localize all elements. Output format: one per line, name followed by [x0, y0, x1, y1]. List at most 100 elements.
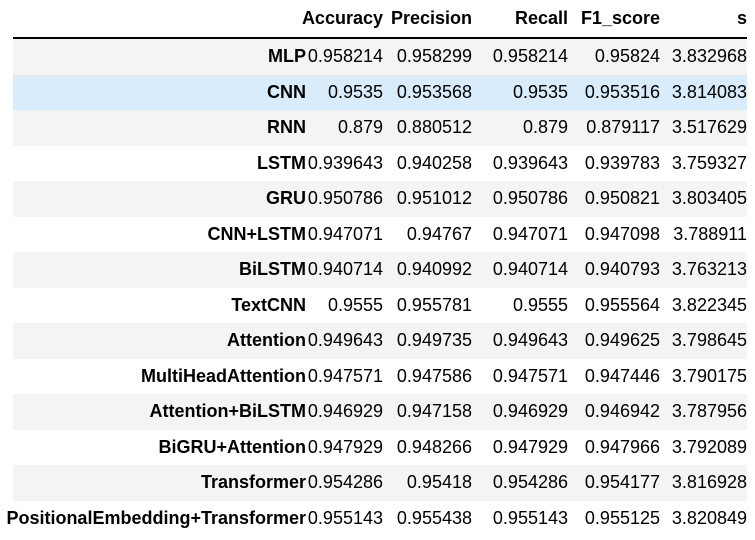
metric-cell-accuracy: 0.9535 [327, 81, 383, 102]
metric-cell-s: 3.814083 [671, 81, 747, 102]
metric-cell-accuracy: 0.940714 [307, 259, 383, 279]
metric-cell-accuracy: 0.947071 [307, 223, 383, 244]
table-row-highlighted: CNN 0.9535 0.953568 0.9535 0.953516 3.81… [13, 74, 747, 110]
metric-cell-f1-score: 0.949625 [584, 330, 660, 350]
table-row: RNN 0.879 0.880512 0.879 0.879117 3.5176… [13, 110, 747, 146]
metric-cell-precision: 0.880512 [396, 117, 472, 137]
metric-cell-recall: 0.958214 [492, 46, 568, 66]
metric-cell-s: 3.788911 [673, 223, 747, 244]
metric-cell-accuracy: 0.879 [337, 117, 383, 137]
metric-cell-precision: 0.947158 [396, 401, 472, 421]
metric-cell-recall: 0.947929 [492, 436, 568, 457]
metric-cell-recall: 0.949643 [492, 330, 568, 350]
column-header-recall: Recall [472, 0, 568, 39]
table-row: LSTM 0.939643 0.940258 0.939643 0.939783… [13, 146, 747, 182]
metric-cell-precision: 0.948266 [396, 436, 472, 457]
metric-cell-f1-score: 0.940793 [584, 259, 660, 279]
table-row: MultiHeadAttention 0.947571 0.947586 0.9… [13, 359, 747, 395]
row-label: CNN [267, 81, 306, 102]
metric-cell-recall: 0.955143 [492, 507, 568, 528]
table-row: TextCNN 0.9555 0.955781 0.9555 0.955564 … [13, 288, 747, 324]
metric-cell-s: 3.763213 [671, 259, 747, 279]
table-row: BiGRU+Attention 0.947929 0.948266 0.9479… [13, 430, 748, 466]
row-label: LSTM [257, 152, 306, 173]
metric-cell-s: 3.787956 [671, 401, 747, 421]
metric-cell-recall: 0.9555 [512, 294, 568, 315]
metric-cell-s: 3.790175 [671, 365, 747, 386]
metric-cell-f1-score: 0.950821 [584, 188, 660, 208]
metric-cell-accuracy: 0.947929 [307, 436, 383, 457]
metric-cell-f1-score: 0.947098 [584, 223, 660, 244]
table-row: Attention 0.949643 0.949735 0.949643 0.9… [13, 323, 747, 359]
column-header-s: s [660, 0, 747, 39]
metric-cell-accuracy: 0.946929 [307, 401, 383, 421]
metric-cell-recall: 0.9535 [512, 81, 568, 102]
metric-cell-s: 3.832968 [671, 46, 747, 66]
row-label: Attention+BiLSTM [149, 401, 306, 421]
metric-cell-s: 3.517629 [671, 117, 747, 137]
column-header-f1-score: F1_score [568, 0, 660, 39]
metric-cell-precision: 0.953568 [396, 81, 472, 102]
metric-cell-f1-score: 0.879117 [586, 117, 660, 137]
metric-cell-precision: 0.955438 [396, 507, 472, 528]
table-row: CNN+LSTM 0.947071 0.94767 0.947071 0.947… [13, 217, 748, 253]
metric-cell-f1-score: 0.955564 [584, 294, 660, 315]
metric-cell-precision: 0.955781 [396, 294, 472, 315]
metric-cell-recall: 0.879 [522, 117, 568, 137]
metric-cell-precision: 0.949735 [396, 330, 472, 350]
metric-cell-precision: 0.947586 [396, 365, 472, 386]
metric-cell-s: 3.792089 [671, 436, 747, 457]
table-row: MLP 0.958214 0.958299 0.958214 0.95824 3… [13, 38, 747, 75]
metric-cell-precision: 0.951012 [396, 188, 472, 208]
column-header-accuracy: Accuracy [302, 0, 383, 39]
metric-cell-f1-score: 0.939783 [584, 152, 660, 173]
model-metrics-table: Accuracy Precision Recall F1_score s MLP… [6, 0, 748, 536]
row-label: Transformer [200, 472, 306, 492]
metric-cell-precision: 0.940258 [396, 152, 472, 173]
table-row: BiLSTM 0.940714 0.940992 0.940714 0.9407… [13, 252, 747, 288]
row-label: BiLSTM [239, 259, 306, 279]
metric-cell-precision: 0.940992 [396, 259, 472, 279]
row-label: BiGRU+Attention [158, 436, 307, 457]
metric-cell-s: 3.798645 [671, 330, 747, 350]
row-label: MLP [268, 46, 306, 66]
table-row: GRU 0.950786 0.951012 0.950786 0.950821 … [13, 181, 747, 217]
metric-cell-s: 3.759327 [671, 152, 747, 173]
metric-cell-accuracy: 0.949643 [307, 330, 383, 350]
metric-cell-accuracy: 0.950786 [307, 188, 383, 208]
metric-cell-s: 3.822345 [671, 294, 747, 315]
table-row: Attention+BiLSTM 0.946929 0.947158 0.946… [13, 394, 747, 430]
metric-cell-accuracy: 0.954286 [307, 472, 383, 492]
metric-cell-s: 3.803405 [671, 188, 747, 208]
metric-cell-f1-score: 0.947446 [584, 365, 660, 386]
metric-cell-f1-score: 0.947966 [584, 436, 660, 457]
row-label: RNN [267, 117, 306, 137]
header-row: Accuracy Precision Recall F1_score s [13, 0, 747, 39]
metric-cell-f1-score: 0.95824 [594, 46, 660, 66]
column-header-precision: Precision [383, 0, 472, 39]
row-label: GRU [266, 188, 306, 208]
row-label: Attention [227, 330, 306, 350]
metric-cell-f1-score: 0.946942 [584, 401, 660, 421]
metric-cell-f1-score: 0.955125 [584, 507, 660, 528]
metric-cell-recall: 0.939643 [492, 152, 568, 173]
metric-cell-s: 3.816928 [671, 472, 747, 492]
metric-cell-recall: 0.947571 [492, 365, 568, 386]
table-header: Accuracy Precision Recall F1_score s [13, 0, 747, 39]
row-label: CNN+LSTM [207, 223, 307, 244]
row-label: MultiHeadAttention [141, 365, 306, 386]
metric-cell-accuracy: 0.9555 [327, 294, 383, 315]
metric-cell-recall: 0.947071 [492, 223, 568, 244]
metric-cell-accuracy: 0.947571 [307, 365, 383, 386]
table-body: MLP 0.958214 0.958299 0.958214 0.95824 3… [6, 38, 748, 536]
metric-cell-f1-score: 0.954177 [584, 472, 660, 492]
metric-cell-recall: 0.950786 [492, 188, 568, 208]
metric-cell-recall: 0.946929 [492, 401, 568, 421]
metric-cell-accuracy: 0.939643 [307, 152, 383, 173]
metric-cell-f1-score: 0.953516 [584, 81, 660, 102]
metric-cell-precision: 0.95418 [406, 472, 472, 492]
row-label: TextCNN [231, 294, 306, 315]
index-column-header [13, 0, 306, 39]
row-label: PositionalEmbedding+Transformer [6, 507, 306, 528]
metric-cell-precision: 0.958299 [396, 46, 472, 66]
